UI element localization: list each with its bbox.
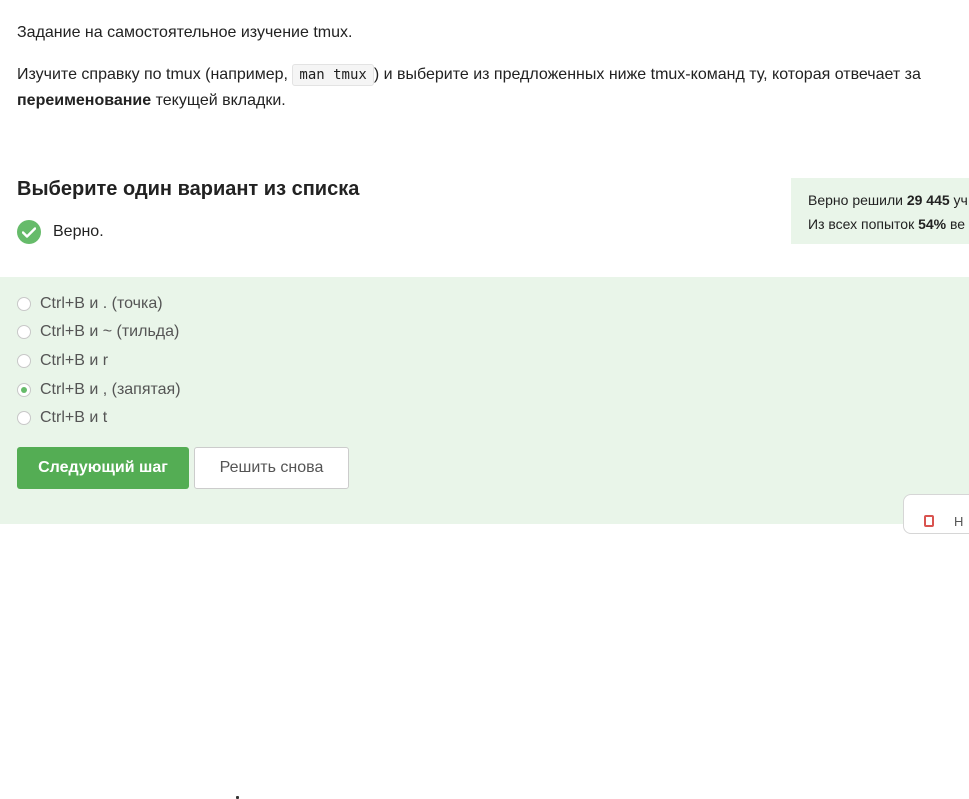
answer-area: Ctrl+B и . (точка) Ctrl+B и ~ (тильда) C… [0,277,969,799]
floating-widget[interactable]: Н [903,494,969,534]
task-description: Задание на самостоятельное изучение tmux… [17,20,952,114]
stats-solved-prefix: Верно решили [808,192,907,208]
option-4[interactable]: Ctrl+B и t [17,407,107,429]
option-label: Ctrl+B и . (точка) [40,295,163,312]
option-2[interactable]: Ctrl+B и r [17,350,108,372]
bold-keyword: переименование [17,92,152,109]
option-3[interactable]: Ctrl+B и , (запятая) [17,379,181,401]
option-0[interactable]: Ctrl+B и . (точка) [17,293,163,315]
instructions-text-start: Изучите справку по tmux (например, [17,66,293,83]
task-instructions: Изучите справку по tmux (например, man t… [17,62,952,114]
stats-solved-count: 29 445 [906,192,950,208]
task-intro: Задание на самостоятельное изучение tmux… [17,24,353,41]
status-text: Верно. [53,223,104,240]
stats-attempts-suffix: ве [946,216,966,232]
radio-button[interactable] [17,325,31,339]
option-label: Ctrl+B и t [40,409,108,426]
stats-attempts: Из всех попыток 54% ве [808,212,969,236]
retry-button[interactable]: Решить снова [194,447,349,489]
option-1[interactable]: Ctrl+B и ~ (тильда) [17,321,179,343]
correct-status: Верно. [17,220,104,244]
option-label: Ctrl+B и ~ (тильда) [40,323,180,340]
stats-panel: Верно решили 29 445 уч Из всех попыток 5… [791,178,969,244]
radio-button[interactable] [17,354,31,368]
radio-button[interactable] [17,411,31,425]
document-icon [924,515,934,527]
option-label: Ctrl+B и r [40,352,109,369]
code-man-tmux: man tmux [292,64,374,86]
stats-solved-suffix: уч [949,192,968,208]
stats-attempts-prefix: Из всех попыток [808,216,919,232]
next-step-button[interactable]: Следующий шаг [17,447,189,489]
check-icon [17,220,41,244]
stats-attempts-percent: 54% [918,216,947,232]
radio-button-selected[interactable] [17,383,31,397]
instructions-text-mid: ) и выберите из предложенных ниже tmux-к… [373,66,921,83]
instructions-text-end: текущей вкладки. [151,92,286,109]
option-label: Ctrl+B и , (запятая) [40,381,181,398]
radio-button[interactable] [17,297,31,311]
widget-label: Н [954,514,964,529]
quiz-title: Выберите один вариант из списка [17,178,360,200]
stats-solved: Верно решили 29 445 уч [808,188,969,212]
